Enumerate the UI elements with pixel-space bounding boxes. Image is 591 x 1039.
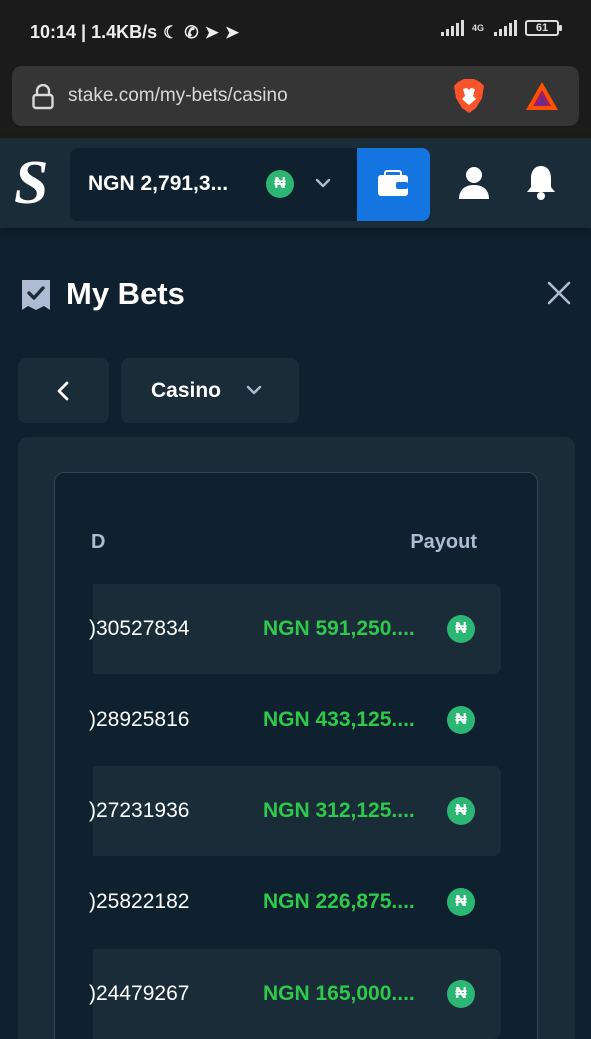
chevron-down-icon [315,178,331,188]
bet-id[interactable]: )27231936 [89,799,189,823]
stake-logo[interactable]: S [14,152,48,214]
naira-currency-icon: ₦ [447,615,475,643]
url-text[interactable]: stake.com/my-bets/casino [68,85,288,107]
naira-currency-icon: ₦ [447,797,475,825]
bell-icon[interactable] [524,163,558,201]
bet-id[interactable]: )25822182 [89,890,189,914]
naira-currency-icon: ₦ [266,170,294,198]
wallet-button[interactable] [357,148,430,221]
payout-amount: NGN 433,125.... [263,708,415,731]
telegram-icon: ➤ [204,22,219,42]
bets-ticket-icon [22,280,50,310]
user-icon[interactable] [458,165,490,201]
telegram-icon-2: ➤ [224,22,240,42]
page-title: My Bets [66,276,185,311]
status-bar-left: 10:14 | 1.4KB/s ☾ ✆ ➤ ➤ [30,22,239,43]
back-button[interactable] [18,358,109,423]
lock-icon [32,84,54,110]
rewards-triangle-icon[interactable] [524,80,560,112]
balance-amount: NGN 2,791,3... [88,172,229,195]
battery-icon: 61 [525,20,562,36]
bet-id[interactable]: )30527834 [89,617,189,641]
payout-amount: NGN 226,875.... [263,890,415,913]
status-bar: 10:14 | 1.4KB/s ☾ ✆ ➤ ➤ 4G 61 [0,0,591,66]
whatsapp-icon: ✆ [184,22,199,42]
table-row[interactable]: )25822182 NGN 226,875.... ₦ [89,857,501,947]
table-row[interactable]: )27231936 NGN 312,125.... ₦ [89,766,501,856]
brave-shield-icon[interactable] [452,78,486,114]
status-time-speed: 10:14 | 1.4KB/s [30,22,158,42]
close-icon[interactable] [546,280,572,306]
bets-table[interactable]: D Payout )30527834 NGN 591,250.... ₦ )28… [54,472,538,1039]
status-bar-right: 4G 61 [440,20,562,36]
signal-icon-2 [494,20,517,36]
category-dropdown-label: Casino [151,379,222,402]
wallet-selector[interactable]: NGN 2,791,3... ₦ [70,148,360,221]
chevron-down-icon [246,385,262,395]
address-bar[interactable]: stake.com/my-bets/casino [12,66,579,126]
chevron-left-icon [57,381,69,401]
app-header: S NGN 2,791,3... ₦ [0,138,591,228]
moon-icon: ☾ [163,22,179,42]
column-header-id: D [91,531,106,553]
network-type: 4G [471,23,484,33]
naira-currency-icon: ₦ [447,888,475,916]
payout-amount: NGN 312,125.... [263,799,415,822]
bet-id[interactable]: )24479267 [89,982,189,1006]
payout-amount: NGN 165,000.... [263,982,415,1005]
signal-icon [440,20,464,36]
naira-currency-icon: ₦ [447,980,475,1008]
column-header-payout: Payout [410,531,477,553]
wallet-icon [378,170,408,196]
category-dropdown[interactable]: Casino [121,358,299,423]
naira-currency-icon: ₦ [447,706,475,734]
browser-toolbar: stake.com/my-bets/casino [0,66,591,138]
bet-id[interactable]: )28925816 [89,708,189,732]
table-row[interactable]: )28925816 NGN 433,125.... ₦ [89,675,501,765]
table-row[interactable]: )24479267 NGN 165,000.... ₦ [89,949,501,1039]
battery-level: 61 [535,22,549,34]
table-row[interactable]: )30527834 NGN 591,250.... ₦ [89,584,501,674]
payout-amount: NGN 591,250.... [263,617,415,640]
